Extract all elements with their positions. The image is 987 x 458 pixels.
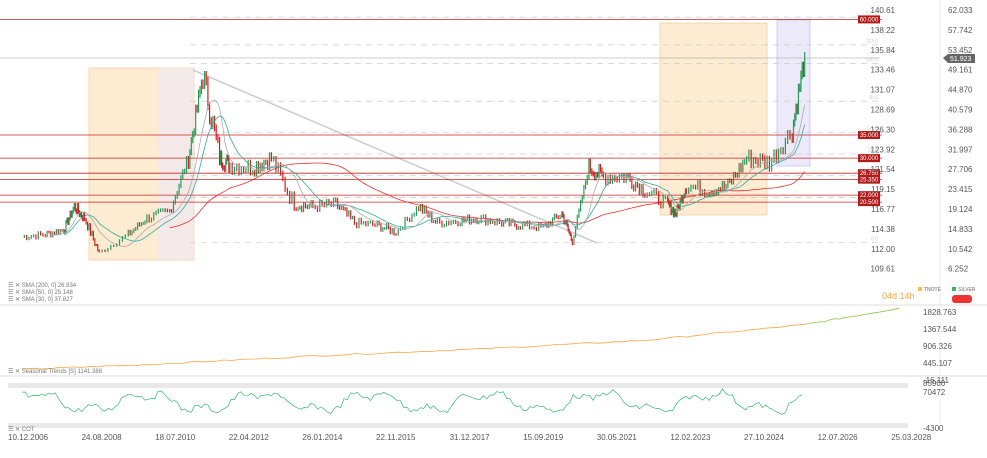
level-label: 30.000 xyxy=(860,156,879,162)
countdown: 04d 14h xyxy=(882,291,915,301)
trend-line xyxy=(192,69,598,244)
left-axis-tick: 112.00 xyxy=(871,245,895,254)
fib-label: 113.0 xyxy=(866,39,878,45)
sma-30-legend[interactable]: ☰ ✕ SMA [30, 0] 37.827 xyxy=(8,296,73,303)
left-axis-tick: 140.61 xyxy=(871,6,896,15)
x-axis-tick: 10.12.2006 xyxy=(8,433,49,442)
x-axis-tick: 18.07.2010 xyxy=(155,433,196,442)
silver-badge-button[interactable] xyxy=(952,295,972,303)
last-price-label: 51.923 xyxy=(950,56,972,63)
x-axis-tick: 31.12.2017 xyxy=(450,433,491,442)
right-axis-tick: 6.252 xyxy=(948,265,969,274)
left-axis-tick: 109.61 xyxy=(871,265,896,274)
x-axis-tick: 22.04.2012 xyxy=(229,433,270,442)
right-axis-tick: 49.161 xyxy=(948,66,973,75)
seasonal-label: Seasonal Trends [S] xyxy=(21,369,76,375)
x-axis-tick: 22.11.2015 xyxy=(376,433,416,442)
cot-axis-tick: 85900 xyxy=(923,379,946,388)
left-axis-tick: 114.38 xyxy=(871,225,895,234)
left-axis-tick: 119.15 xyxy=(871,185,895,194)
right-axis-tick: 19.124 xyxy=(948,205,973,214)
x-axis-tick: 24.08.2008 xyxy=(82,433,123,442)
left-axis-tick: 123.92 xyxy=(871,145,896,154)
legend-silver[interactable]: SILVER xyxy=(952,287,975,293)
highlight-box xyxy=(776,19,811,167)
cot-axis-tick: 70472 xyxy=(923,388,946,397)
x-axis-tick: 25.03.2028 xyxy=(891,433,932,442)
left-axis-tick: 116.77 xyxy=(871,205,895,214)
right-axis-tick: 53.452 xyxy=(948,46,973,55)
cot-band xyxy=(8,383,908,388)
left-axis-tick: 138.22 xyxy=(871,26,896,35)
cot-axis-tick: -4300 xyxy=(923,424,944,433)
seasonal-axis-tick: 1367.544 xyxy=(923,325,957,334)
sma-value: 37.827 xyxy=(54,297,73,303)
seasonal-line xyxy=(809,307,900,324)
sma-200-legend[interactable]: ☰ ✕ SMA [200, 0] 26.934 xyxy=(8,282,76,289)
right-axis-tick: 23.415 xyxy=(948,185,973,194)
x-axis-tick: 15.09.2019 xyxy=(523,433,564,442)
countdown-days: 04d xyxy=(882,291,898,301)
left-axis-tick: 133.46 xyxy=(871,66,896,75)
level-label: 25.350 xyxy=(860,178,879,184)
left-axis-tick: 121.54 xyxy=(871,165,896,174)
left-axis-tick: 131.07 xyxy=(871,86,896,95)
seasonal-axis-tick: 445.107 xyxy=(923,359,952,368)
legend-tnote[interactable]: TNOTE xyxy=(918,287,941,293)
seasonal-axis-tick: 906.326 xyxy=(923,342,952,351)
seasonal-legend[interactable]: ☰ ✕ Seasonal Trends [S] 1141.388 xyxy=(8,368,102,375)
x-axis-tick: 26.01.2014 xyxy=(302,433,343,442)
cot-legend[interactable]: ☰ ✕ COT xyxy=(8,426,34,433)
left-axis-tick: 128.69 xyxy=(871,106,896,115)
cot-band xyxy=(8,423,908,428)
cot-line xyxy=(22,388,803,415)
countdown-hours: 14h xyxy=(899,291,915,301)
seasonal-axis-tick: 1828.763 xyxy=(923,308,957,317)
legend-label: SILVER xyxy=(958,287,976,293)
right-axis-tick: 57.742 xyxy=(948,26,973,35)
right-axis-tick: 27.706 xyxy=(948,165,973,174)
price-chart[interactable]: 127.2113.0100.078.661.850.038.223.60.060… xyxy=(0,0,987,458)
right-axis-tick: 44.870 xyxy=(948,86,973,95)
fib-label: 0.0 xyxy=(871,236,878,242)
x-axis-tick: 12.07.2026 xyxy=(818,433,859,442)
legend-label: TNOTE xyxy=(924,287,941,293)
right-axis-tick: 62.033 xyxy=(948,6,973,15)
x-axis-tick: 30.05.2021 xyxy=(597,433,638,442)
cot-label: COT xyxy=(21,427,35,433)
sma-label: SMA [30, 0] xyxy=(21,297,53,303)
x-axis-tick: 27.10.2024 xyxy=(744,433,785,442)
seasonal-line xyxy=(22,323,810,370)
right-axis-tick: 14.833 xyxy=(948,225,973,234)
left-axis-tick: 126.30 xyxy=(871,125,896,134)
right-axis-tick: 31.997 xyxy=(948,145,973,154)
right-axis-tick: 10.542 xyxy=(948,245,973,254)
sma-50-legend[interactable]: ☰ ✕ SMA [50, 0] 25.148 xyxy=(8,289,73,296)
fib-label: 78.6 xyxy=(868,95,878,101)
left-axis-tick: 135.84 xyxy=(871,46,896,55)
level-label: 60.000 xyxy=(860,17,879,23)
right-axis-tick: 40.579 xyxy=(948,106,973,115)
right-axis-tick: 36.288 xyxy=(948,125,973,134)
highlight-box xyxy=(659,22,768,216)
x-axis-tick: 12.02.2023 xyxy=(670,433,711,442)
seasonal-value: 1141.388 xyxy=(77,369,103,375)
